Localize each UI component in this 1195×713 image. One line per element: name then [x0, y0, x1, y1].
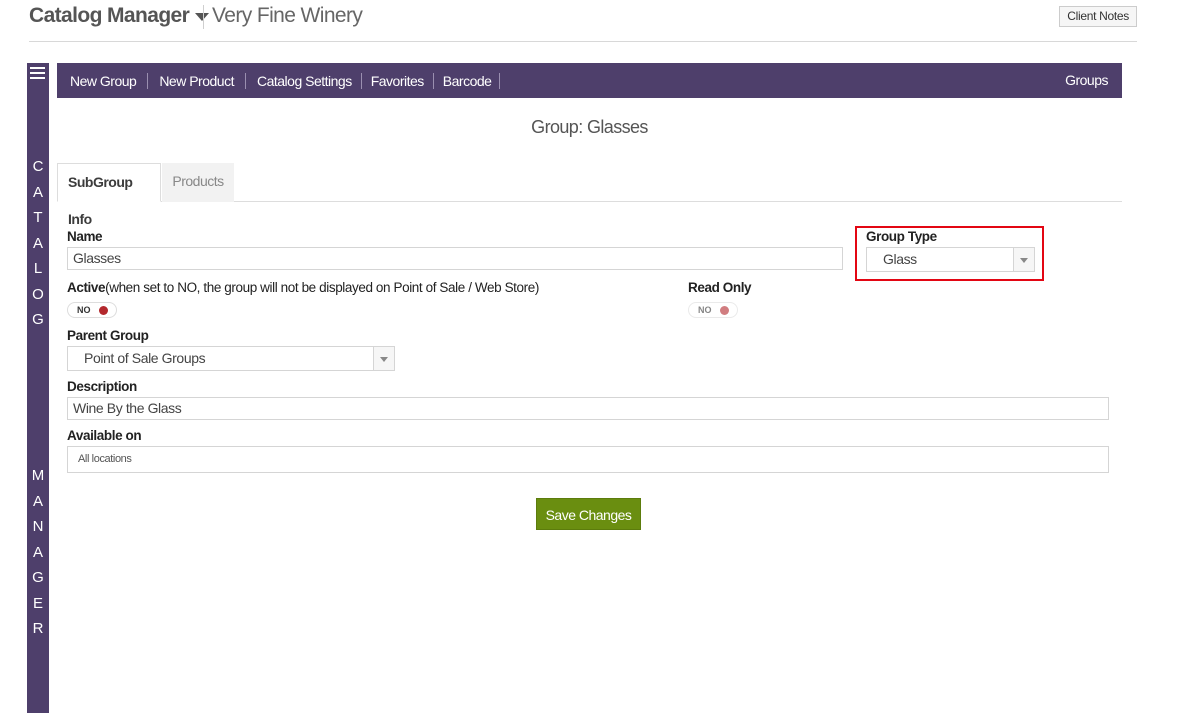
app-switcher[interactable]: Catalog Manager — [29, 4, 210, 28]
nav-catalog-settings[interactable]: Catalog Settings — [257, 73, 352, 89]
parent-group-label: Parent Group — [67, 328, 149, 343]
tab-subgroup-info[interactable]: SubGroup Info — [57, 163, 161, 227]
app-title: Catalog Manager — [29, 4, 190, 27]
sidebar-letter: T — [33, 209, 43, 226]
client-notes-button[interactable]: Client Notes — [1059, 6, 1137, 27]
sidebar-word-manager: MANAGER — [27, 463, 49, 642]
sidebar-letter: C — [32, 158, 44, 175]
nav-favorites[interactable]: Favorites — [371, 73, 425, 89]
hamburger-menu-icon[interactable] — [30, 67, 45, 80]
nav-divider — [244, 72, 246, 89]
group-type-value: Glass — [883, 251, 917, 267]
nav-new-product[interactable]: New Product — [159, 73, 234, 89]
tab-products[interactable]: Products — [162, 163, 234, 202]
winery-name: Very Fine Winery — [212, 4, 363, 27]
sidebar-word-catalog: CATALOG — [27, 154, 49, 333]
nav-divider — [432, 72, 434, 89]
tab-bar: SubGroup Info Products — [57, 163, 1122, 227]
sidebar-letter: O — [32, 285, 44, 303]
sidebar-letter: M — [31, 467, 45, 484]
nav-groups[interactable]: Groups — [1065, 63, 1108, 98]
toggle-indicator — [720, 306, 729, 315]
active-label: Active(when set to NO, the group will no… — [67, 280, 539, 295]
active-toggle[interactable]: NO — [67, 302, 117, 318]
nav-new-group[interactable]: New Group — [70, 73, 137, 89]
available-on-field[interactable]: All locations — [67, 446, 1109, 473]
name-label: Name — [67, 229, 103, 244]
nav-divider — [499, 72, 501, 89]
dropdown-toggle[interactable] — [373, 347, 394, 370]
active-note: (when set to NO, the group will not be d… — [105, 280, 539, 295]
sidebar-letter: A — [32, 183, 43, 201]
nav-divider — [360, 72, 362, 89]
sidebar-letter: N — [32, 518, 44, 535]
page-title: Group: Glasses — [531, 117, 648, 137]
available-on-label: Available on — [67, 428, 142, 443]
read-only-toggle[interactable]: NO — [688, 302, 738, 318]
nav-barcode[interactable]: Barcode — [443, 73, 492, 89]
top-nav: New Group New Product Catalog Settings F… — [57, 63, 1122, 98]
sidebar-letter: A — [32, 543, 43, 561]
description-field[interactable]: Wine By the Glass — [67, 397, 1109, 420]
header-divider — [203, 5, 204, 29]
sidebar-letter: A — [32, 492, 43, 510]
dropdown-toggle[interactable] — [1013, 248, 1034, 271]
toggle-indicator — [99, 306, 108, 315]
parent-group-value: Point of Sale Groups — [84, 350, 206, 366]
catalog-manager-sidebar: CATALOG MANAGER — [27, 63, 49, 713]
group-type-select[interactable]: Glass — [866, 247, 1035, 272]
active-label-text: Active — [67, 280, 106, 295]
description-label: Description — [67, 379, 137, 394]
name-field[interactable]: Glasses — [67, 247, 843, 270]
chevron-down-icon — [1020, 258, 1028, 263]
sidebar-letter: L — [33, 260, 43, 277]
sidebar-letter: E — [32, 594, 43, 612]
nav-divider — [147, 72, 149, 89]
read-only-toggle-text: NO — [698, 305, 712, 315]
sidebar-letter: A — [32, 234, 43, 252]
group-type-label: Group Type — [866, 229, 937, 244]
active-toggle-text: NO — [77, 305, 91, 315]
save-changes-button[interactable]: Save Changes — [536, 498, 641, 530]
chevron-down-icon — [380, 357, 388, 362]
read-only-label: Read Only — [688, 280, 752, 295]
parent-group-select[interactable]: Point of Sale Groups — [67, 346, 395, 371]
app-header: Catalog Manager Very Fine Winery Client … — [29, 0, 1137, 42]
sidebar-letter: G — [32, 569, 44, 586]
sidebar-letter: G — [32, 311, 44, 328]
sidebar-letter: R — [32, 620, 44, 637]
